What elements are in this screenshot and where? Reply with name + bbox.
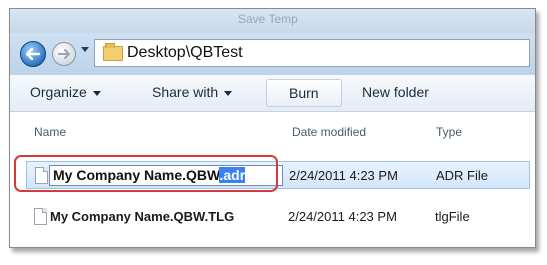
forward-button[interactable] — [52, 42, 76, 66]
chevron-down-icon[interactable] — [81, 47, 89, 52]
rename-input-selected-ext: .adr — [219, 167, 246, 183]
address-bar[interactable]: Desktop\QBTest — [94, 39, 530, 67]
file-row-tlg[interactable]: My Company Name.QBW.TLG 2/24/2011 4:23 P… — [26, 203, 530, 231]
organize-button[interactable]: Organize — [30, 84, 101, 100]
rename-input[interactable]: My Company Name.QBW.adr — [49, 165, 283, 186]
file-type: ADR File — [436, 168, 489, 183]
title-bar: Save Temp — [10, 9, 535, 33]
column-header-type[interactable]: Type — [436, 125, 462, 139]
new-folder-button[interactable]: New folder — [362, 84, 429, 100]
address-row: Desktop\QBTest — [10, 33, 535, 75]
chevron-down-icon — [224, 90, 233, 96]
organize-label: Organize — [30, 84, 87, 100]
rename-input-base: My Company Name.QBW — [53, 167, 220, 183]
back-arrow-icon — [26, 48, 40, 60]
share-with-label: Share with — [152, 84, 219, 100]
file-icon — [34, 208, 47, 225]
file-type: tlgFile — [435, 209, 470, 224]
column-header-date-modified[interactable]: Date modified — [292, 125, 366, 139]
explorer-window: Save Temp Desktop\QBTest Organize Share … — [9, 8, 536, 248]
forward-arrow-icon — [58, 49, 70, 59]
folder-icon — [103, 43, 123, 61]
chevron-down-icon — [92, 90, 101, 96]
command-toolbar: Organize Share with Burn New folder — [10, 75, 535, 112]
file-name: My Company Name.QBW.TLG — [50, 209, 235, 224]
share-with-button[interactable]: Share with — [152, 84, 233, 100]
file-row-adr[interactable]: My Company Name.QBW.adr 2/24/2011 4:23 P… — [26, 161, 530, 189]
window-title: Save Temp — [238, 12, 298, 26]
file-date-modified: 2/24/2011 4:23 PM — [288, 209, 397, 224]
column-header-name[interactable]: Name — [34, 125, 66, 139]
back-button[interactable] — [20, 41, 46, 67]
burn-button[interactable]: Burn — [266, 79, 342, 107]
address-path[interactable]: Desktop\QBTest — [127, 44, 243, 62]
file-icon — [35, 167, 48, 184]
file-date-modified: 2/24/2011 4:23 PM — [289, 168, 398, 183]
burn-label: Burn — [289, 85, 319, 101]
